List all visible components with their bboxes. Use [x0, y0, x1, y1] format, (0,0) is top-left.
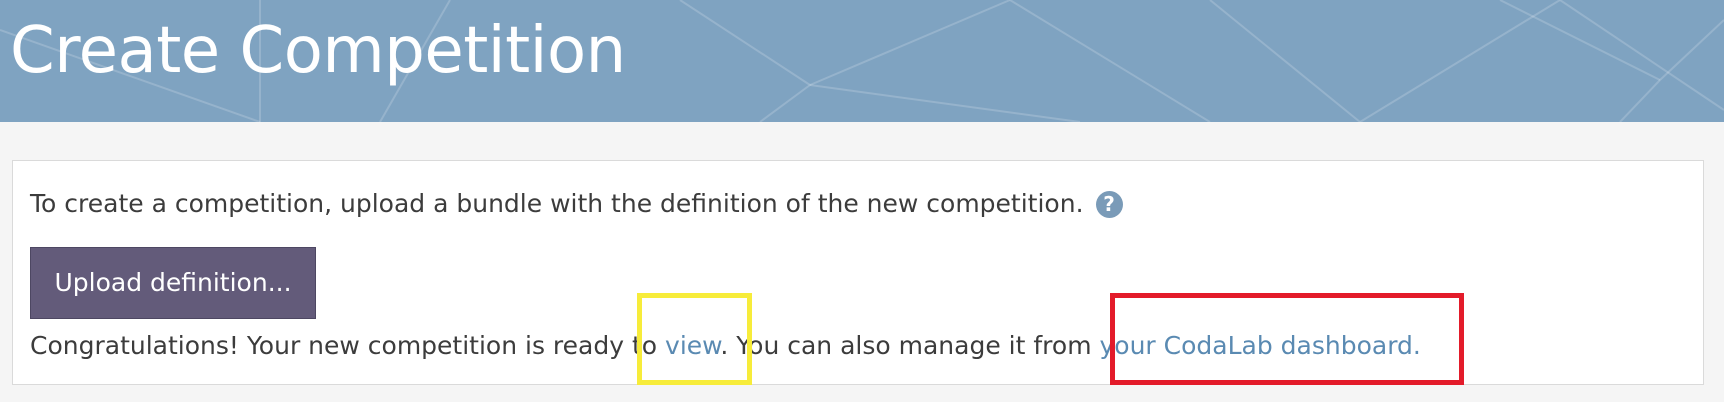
page-title: Create Competition — [10, 14, 626, 88]
congratulations-message: Congratulations! Your new competition is… — [30, 329, 1421, 363]
intro-row: To create a competition, upload a bundle… — [30, 187, 1123, 221]
congrats-prefix: Congratulations! Your new competition is… — [30, 331, 666, 360]
upload-definition-button[interactable]: Upload definition... — [30, 247, 316, 319]
create-competition-panel: To create a competition, upload a bundle… — [12, 160, 1704, 385]
header-banner: Create Competition — [0, 0, 1724, 122]
view-competition-link[interactable]: view — [665, 331, 720, 360]
codalab-dashboard-link[interactable]: your CodaLab dashboard. — [1100, 331, 1421, 360]
congrats-middle: . You can also manage it from — [720, 331, 1100, 360]
question-circle-icon[interactable]: ? — [1095, 190, 1123, 218]
intro-text: To create a competition, upload a bundle… — [30, 189, 1084, 218]
page: Create Competition To create a competiti… — [0, 0, 1724, 402]
